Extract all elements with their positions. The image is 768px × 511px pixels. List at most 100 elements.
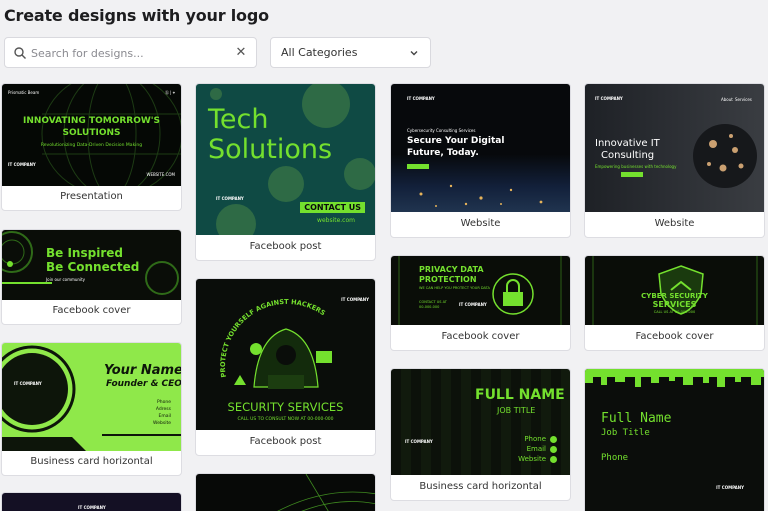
presentation-headline-2: SOLUTIONS: [62, 128, 121, 138]
earth-lights-graphic: [419, 184, 543, 207]
presentation-brand: Prismatic Beam: [8, 90, 40, 95]
cyber-headline-1: CYBER SECURITY: [641, 292, 708, 300]
bizcard1-field-2: Adress: [155, 407, 171, 412]
cyber-thumbnail: CYBER SECURITY SERVICES CALL US AT 00-00…: [585, 256, 764, 325]
mesh-graphic: [277, 474, 375, 511]
phone-icon: [550, 436, 557, 443]
privacy-headline-2: PROTECTION: [419, 275, 477, 284]
security-title: SECURITY SERVICES: [227, 400, 344, 414]
clear-search-icon[interactable]: ✕: [233, 45, 249, 61]
logo-text: IT COMPANY: [405, 439, 433, 444]
search-field[interactable]: ✕: [4, 37, 257, 68]
template-card-presentation[interactable]: Prismatic Beam Ⓢ | ⌖ INNOVATING TOMORROW…: [1, 83, 182, 211]
tech-line-1: Tech: [208, 104, 269, 135]
tech-site: website.com: [317, 217, 355, 224]
logo-text: IT COMPANY: [8, 162, 36, 167]
tech-line-2: Solutions: [208, 134, 333, 165]
pixel-role: Job Title: [601, 428, 650, 438]
search-icon: [14, 47, 26, 59]
web1-thumbnail: IT COMPANY Cybersecurity Consulting Serv…: [391, 84, 570, 212]
web1-cta-shape: [407, 164, 429, 169]
card-label: Business card horizontal: [419, 481, 542, 492]
shield-graphic: [592, 256, 758, 325]
fbc1-thumbnail: Be Inspired Be Connected Join our commun…: [2, 230, 181, 300]
privacy-contact-1: CONTACT US AT: [419, 300, 447, 304]
tech-cta: CONTACT US: [300, 202, 365, 213]
partial-thumbnail: IT COMPANY: [2, 493, 181, 511]
template-card-pixel[interactable]: Full Name Job Title Phone IT COMPANY: [584, 368, 765, 511]
logo-text: IT COMPANY: [14, 381, 42, 386]
fbc1-sub: Join our community: [46, 277, 85, 282]
chevron-down-icon: [410, 51, 418, 56]
bizcard2-field-2: Email: [526, 445, 546, 453]
card-label: Business card horizontal: [30, 456, 153, 467]
card-label: Presentation: [60, 191, 123, 202]
privacy-headline-1: PRIVACY DATA: [419, 265, 484, 274]
template-card-website-1[interactable]: IT COMPANY Cybersecurity Consulting Serv…: [390, 83, 571, 238]
template-card-tech-solutions[interactable]: Tech Solutions IT COMPANY CONTACT US web…: [195, 83, 376, 261]
template-card-privacy[interactable]: PRIVACY DATA PROTECTION WE CAN HELP YOU …: [390, 255, 571, 351]
logo-text: IT COMPANY: [716, 485, 744, 490]
logo-text: IT COMPANY: [341, 297, 369, 302]
web2-nav-2: Services: [735, 97, 752, 102]
logo-text: IT COMPANY: [595, 96, 623, 101]
bizcard1-role: Founder & CEO: [106, 379, 181, 389]
bizcard2-name: FULL NAME: [475, 387, 565, 403]
privacy-contact-2: 00-000-000: [419, 305, 440, 309]
template-card-facebook-cover-1[interactable]: Be Inspired Be Connected Join our commun…: [1, 229, 182, 325]
logo-text: IT COMPANY: [407, 96, 435, 101]
card-label: Website: [654, 218, 695, 229]
pixel-field-1: Phone: [601, 453, 629, 463]
category-dropdown[interactable]: All Categories: [270, 37, 431, 68]
partial-thumbnail: [196, 474, 375, 511]
web1-headline-2: Future, Today.: [407, 148, 479, 158]
card-label: Facebook post: [249, 241, 322, 252]
logo-text: IT COMPANY: [459, 302, 487, 307]
web2-cta-shape: [621, 172, 643, 177]
template-card-partial-col2[interactable]: [195, 473, 376, 511]
bizcard2-field-3: Website: [518, 455, 546, 463]
template-card-security-services[interactable]: PROTECT YOURSELF AGAINST HACKERS SECURIT…: [195, 278, 376, 456]
template-card-business-card-1[interactable]: IT COMPANY Your Name Founder & CEO Phone…: [1, 342, 182, 476]
presentation-sub: Revolutionizing Data-Driven Decision Mak…: [40, 143, 143, 148]
template-card-partial-col1[interactable]: IT COMPANY: [1, 492, 182, 511]
web2-nav-1: About: [721, 97, 733, 102]
pixel-border-graphic: [585, 369, 764, 387]
pixel-thumbnail: Full Name Job Title Phone IT COMPANY: [585, 369, 764, 511]
email-icon: [550, 446, 557, 453]
bizcard2-role: JOB TITLE: [497, 406, 536, 415]
privacy-sub: WE CAN HELP YOU PROTECT YOUR DATA: [419, 286, 490, 290]
template-card-cyber-security[interactable]: CYBER SECURITY SERVICES CALL US AT 00-00…: [584, 255, 765, 351]
presentation-thumbnail: Prismatic Beam Ⓢ | ⌖ INNOVATING TOMORROW…: [2, 84, 181, 186]
template-card-business-card-2[interactable]: FULL NAME JOB TITLE IT COMPANY Phone Ema…: [390, 368, 571, 501]
presentation-corner: Ⓢ | ⌖: [164, 90, 175, 95]
privacy-thumbnail: PRIVACY DATA PROTECTION WE CAN HELP YOU …: [391, 256, 570, 325]
security-sub: CALL US TO CONSULT NOW AT 00-000-000: [237, 417, 334, 422]
search-input[interactable]: [31, 43, 231, 63]
pixel-name: Full Name: [601, 411, 672, 426]
fbc1-line-1: Be Inspired: [46, 246, 123, 260]
bizcard1-thumbnail: IT COMPANY Your Name Founder & CEO Phone…: [2, 343, 181, 451]
cyber-sub: CALL US AT 00-000-000: [653, 310, 696, 314]
security-thumbnail: PROTECT YOURSELF AGAINST HACKERS SECURIT…: [196, 279, 375, 430]
bizcard1-field-4: Website: [153, 421, 171, 426]
globe-icon: [550, 456, 557, 463]
category-selected: All Categories: [281, 46, 358, 59]
bizcard1-field-1: Phone: [157, 400, 171, 405]
logo-text: IT COMPANY: [216, 196, 244, 201]
web1-kicker: Cybersecurity Consulting Services: [407, 128, 476, 133]
web2-headline-1: Innovative IT: [595, 138, 660, 149]
logo-text: IT COMPANY: [78, 505, 106, 510]
web2-headline-2: Consulting: [601, 150, 655, 161]
bizcard1-graphic: [2, 345, 181, 451]
card-label: Facebook cover: [441, 331, 520, 342]
presentation-site: WEBSITE.COM: [146, 172, 175, 177]
bizcard1-field-3: Email: [158, 414, 172, 419]
card-label: Facebook cover: [52, 305, 131, 316]
web2-thumbnail: IT COMPANY About Services Innovative IT …: [585, 84, 764, 212]
template-card-website-2[interactable]: IT COMPANY About Services Innovative IT …: [584, 83, 765, 238]
presentation-headline-1: INNOVATING TOMORROW'S: [22, 116, 161, 126]
cyber-headline-2: SERVICES: [652, 300, 697, 309]
web1-headline-1: Secure Your Digital: [407, 136, 505, 146]
web2-sub: Empowering businesses with technology: [595, 164, 677, 169]
